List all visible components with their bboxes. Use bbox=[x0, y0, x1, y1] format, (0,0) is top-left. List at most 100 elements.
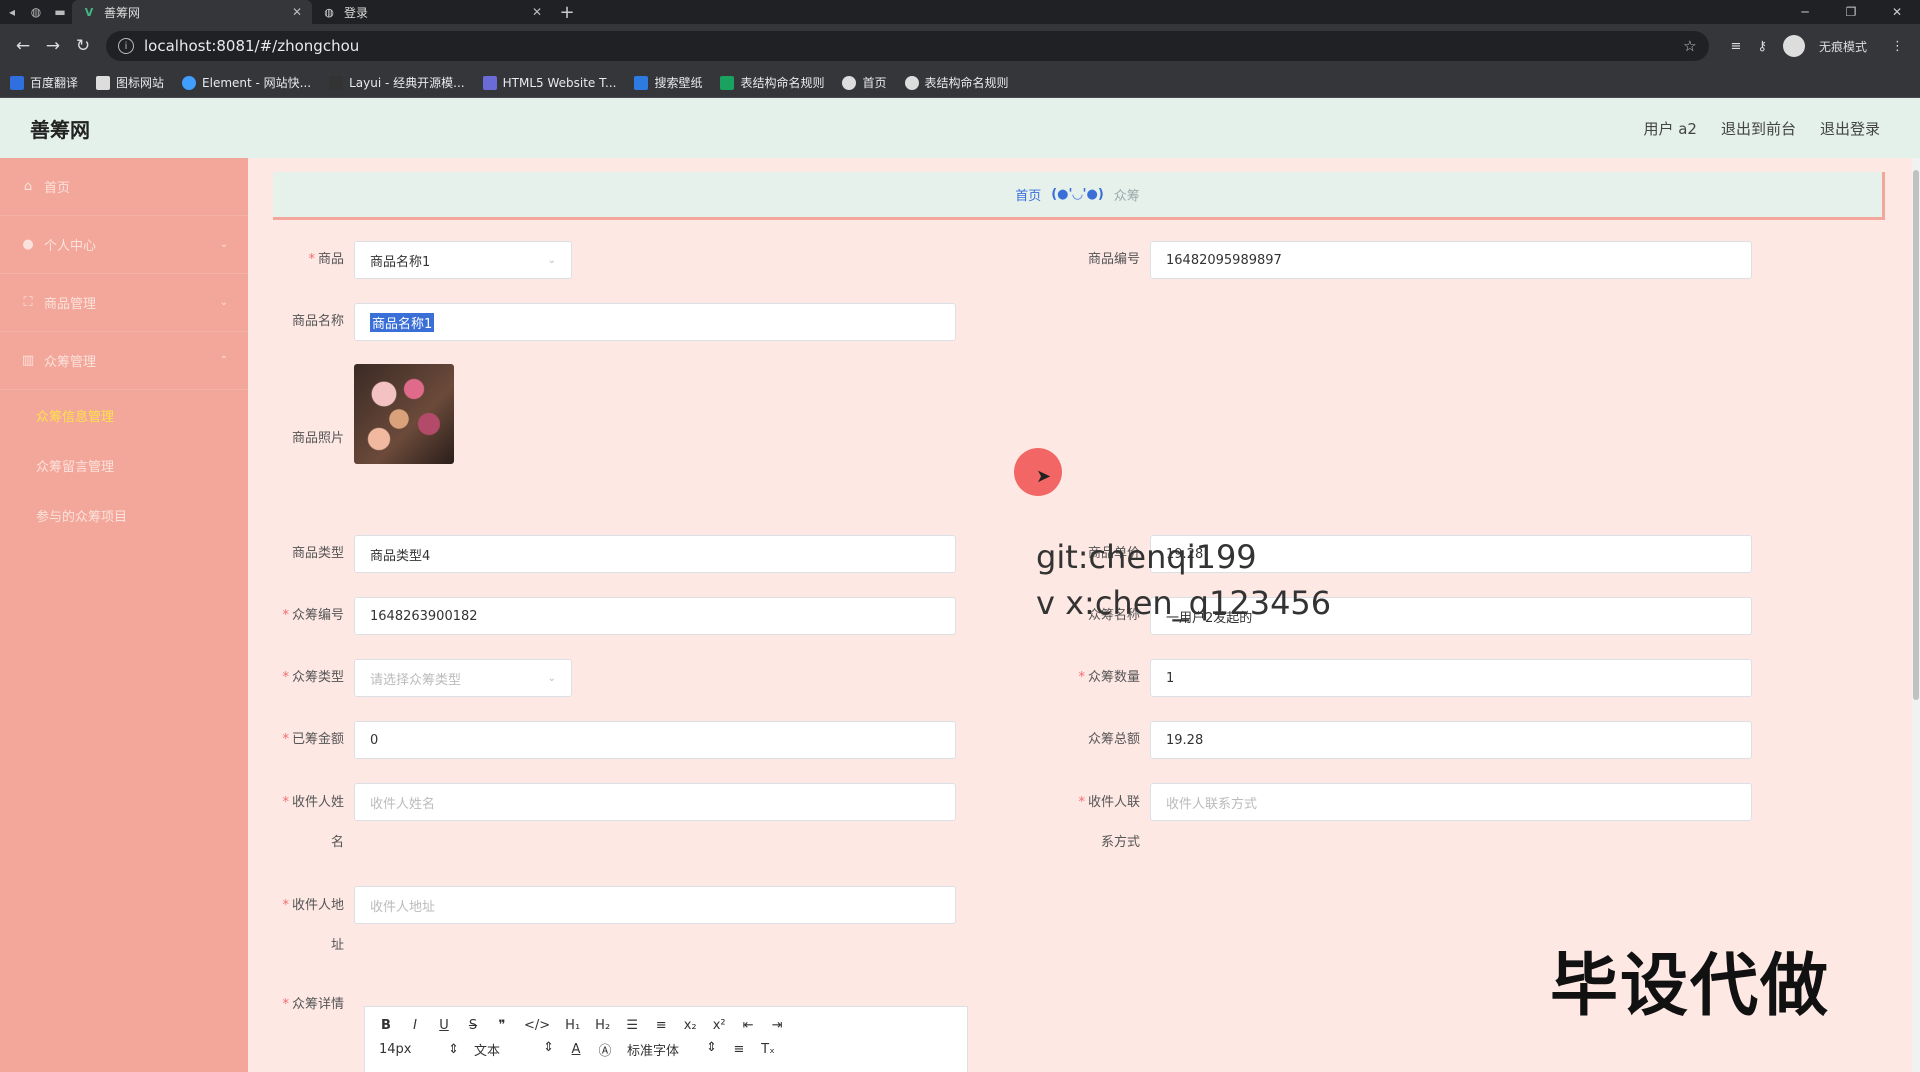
menu-icon[interactable]: ⋮ bbox=[1891, 39, 1904, 54]
window-icon: ▬ bbox=[54, 5, 66, 19]
field-cf-type: * 众筹类型 请选择众筹类型 ⌄ bbox=[264, 659, 572, 697]
bookmark-item[interactable]: HTML5 Website T... bbox=[482, 75, 616, 90]
receiver-addr-input[interactable]: 收件人地址 bbox=[354, 886, 956, 924]
header-links: 用户 a2 退出到前台 退出登录 bbox=[1643, 118, 1880, 139]
receiver-name-input[interactable]: 收件人姓名 bbox=[354, 783, 956, 821]
scrollbar-thumb[interactable] bbox=[1913, 170, 1919, 700]
underline-button[interactable]: U bbox=[437, 1018, 451, 1033]
back-to-front-link[interactable]: 退出到前台 bbox=[1721, 118, 1796, 139]
bookmark-item[interactable]: 表结构命名规则 bbox=[720, 74, 824, 91]
logout-link[interactable]: 退出登录 bbox=[1820, 118, 1880, 139]
sidebar-subitem-participated[interactable]: 参与的众筹项目 bbox=[0, 490, 248, 540]
chevron-down-icon: ⌄ bbox=[547, 254, 556, 266]
bookmark-item[interactable]: 百度翻译 bbox=[10, 74, 78, 91]
field-product: * 商品 商品名称1 ⌄ bbox=[264, 241, 572, 279]
background-color-icon[interactable]: Ⓐ bbox=[598, 1040, 612, 1059]
code-button[interactable]: </> bbox=[524, 1018, 550, 1033]
field-cf-no: * 众筹编号 1648263900182 bbox=[264, 597, 956, 635]
field-detail: * 众筹详情 bbox=[282, 997, 344, 1012]
translate-icon bbox=[10, 75, 24, 90]
product-select[interactable]: 商品名称1 ⌄ bbox=[354, 241, 572, 279]
restore-icon[interactable]: ❐ bbox=[1828, 5, 1874, 19]
bookmark-item[interactable]: Layui - 经典开源模... bbox=[329, 74, 465, 91]
product-name-input[interactable]: 商品名称1 bbox=[354, 303, 956, 341]
bookmark-item[interactable]: 表结构命名规则 bbox=[904, 74, 1009, 91]
clear-format-icon[interactable]: Tₓ bbox=[761, 1042, 775, 1057]
globe-icon: ◍ bbox=[30, 5, 42, 19]
close-window-icon[interactable]: ✕ bbox=[1874, 5, 1920, 19]
chevron-down-icon: ⌄ bbox=[547, 672, 556, 684]
layui-icon bbox=[329, 75, 344, 90]
outdent-button[interactable]: ⇤ bbox=[741, 1018, 755, 1033]
star-icon[interactable]: ☆ bbox=[1683, 37, 1696, 55]
sidebar-item-crowdfunding[interactable]: ▥ 众筹管理 ⌃ bbox=[0, 332, 248, 390]
sidebar-item-home[interactable]: ⌂ 首页 bbox=[0, 158, 248, 216]
page-scrollbar[interactable] bbox=[1912, 158, 1920, 1072]
info-icon[interactable]: i bbox=[118, 38, 134, 54]
superscript-button[interactable]: x² bbox=[712, 1018, 726, 1033]
tab-search-icon[interactable]: ◂ bbox=[0, 0, 24, 24]
product-no-input[interactable]: 16482095989897 bbox=[1150, 241, 1752, 279]
total-input[interactable]: 19.28 bbox=[1150, 721, 1752, 759]
wallpaper-icon bbox=[634, 75, 649, 90]
bookmark-item[interactable]: 首页 bbox=[842, 74, 887, 91]
new-tab-button[interactable]: + bbox=[552, 2, 582, 23]
product-type-input[interactable]: 商品类型4 bbox=[354, 535, 956, 573]
bookmark-item[interactable]: Element - 网站快... bbox=[182, 74, 311, 91]
element-icon bbox=[182, 75, 197, 90]
bookmark-item[interactable]: 图标网站 bbox=[96, 74, 164, 91]
indent-button[interactable]: ⇥ bbox=[770, 1018, 784, 1033]
forward-icon[interactable]: → bbox=[38, 36, 68, 56]
font-size-select[interactable]: 14px ⇕ bbox=[379, 1042, 459, 1057]
minimize-icon[interactable]: ─ bbox=[1782, 5, 1828, 19]
ordered-list-button[interactable]: ☰ bbox=[625, 1018, 639, 1033]
key-icon[interactable]: ⚷ bbox=[1757, 39, 1767, 54]
detail-editor[interactable]: B I U S ❞ </> H₁ H₂ ☰ ≡ x₂ x² ⇤ ⇥ 14px ⇕ … bbox=[364, 1006, 968, 1072]
url-input[interactable]: i localhost:8081/#/zhongchou ☆ bbox=[106, 31, 1709, 61]
sidebar: ⌂ 首页 ● 个人中心 ⌄ ⛶ 商品管理 ⌄ ▥ 众筹管理 ⌃ 众筹信息管理 众… bbox=[0, 158, 248, 1072]
field-cf-qty: * 众筹数量 1 bbox=[1060, 659, 1752, 697]
reading-list-icon[interactable]: ≡ bbox=[1731, 39, 1742, 54]
raised-input[interactable]: 0 bbox=[354, 721, 956, 759]
strike-button[interactable]: S bbox=[466, 1018, 480, 1033]
sidebar-item-personal[interactable]: ● 个人中心 ⌄ bbox=[0, 216, 248, 274]
text-type-select[interactable]: 文本 ⇕ bbox=[474, 1040, 554, 1059]
close-icon[interactable]: ✕ bbox=[532, 5, 542, 19]
font-color-icon[interactable]: A bbox=[569, 1042, 583, 1057]
breadcrumb-home[interactable]: 首页 bbox=[1015, 185, 1041, 204]
bookmark-item[interactable]: 搜索壁纸 bbox=[634, 74, 702, 91]
cf-qty-input[interactable]: 1 bbox=[1150, 659, 1752, 697]
italic-button[interactable]: I bbox=[408, 1018, 422, 1033]
sidebar-subitem-info[interactable]: 众筹信息管理 bbox=[0, 390, 248, 440]
incognito-badge[interactable]: 无痕模式 bbox=[1782, 35, 1875, 57]
align-icon[interactable]: ≡ bbox=[732, 1042, 746, 1057]
cf-no-input[interactable]: 1648263900182 bbox=[354, 597, 956, 635]
field-product-type: 商品类型 商品类型4 bbox=[264, 535, 956, 573]
bold-button[interactable]: B bbox=[379, 1018, 393, 1033]
h2-button[interactable]: H₂ bbox=[595, 1018, 610, 1033]
close-icon[interactable]: ✕ bbox=[292, 5, 302, 19]
breadcrumb-current: 众筹 bbox=[1113, 189, 1140, 204]
field-raised: * 已筹金额 0 bbox=[264, 721, 956, 759]
sidebar-item-products[interactable]: ⛶ 商品管理 ⌄ bbox=[0, 274, 248, 332]
watermark-git: git:chenqi199 bbox=[1036, 538, 1257, 576]
reload-icon[interactable]: ↻ bbox=[68, 36, 98, 56]
cf-type-select[interactable]: 请选择众筹类型 ⌄ bbox=[354, 659, 572, 697]
watermark-contact: v x:chen_q123456 bbox=[1036, 584, 1332, 622]
font-family-select[interactable]: 标准字体 ⇕ bbox=[627, 1040, 717, 1059]
receiver-contact-input[interactable]: 收件人联系方式 bbox=[1150, 783, 1752, 821]
subscript-button[interactable]: x₂ bbox=[683, 1018, 697, 1033]
product-photo[interactable] bbox=[354, 364, 454, 464]
chart-icon: ▥ bbox=[21, 353, 35, 368]
back-icon[interactable]: ← bbox=[8, 36, 38, 56]
sidebar-subitem-messages[interactable]: 众筹留言管理 bbox=[0, 440, 248, 490]
globe-icon: ◍ bbox=[324, 5, 334, 19]
quote-button[interactable]: ❞ bbox=[495, 1018, 509, 1033]
bullet-list-button[interactable]: ≡ bbox=[654, 1018, 668, 1033]
window-controls: ─ ❐ ✕ bbox=[1782, 5, 1920, 19]
tab-login[interactable]: ◍ 登录 ✕ bbox=[312, 0, 552, 24]
grid-icon: ⛶ bbox=[23, 295, 33, 310]
browser-tabbar: ◂ ◍ ▬ V 善筹网 ✕ ◍ 登录 ✕ + ─ ❐ ✕ bbox=[0, 0, 1920, 24]
h1-button[interactable]: H₁ bbox=[565, 1018, 580, 1033]
tab-shanchou[interactable]: V 善筹网 ✕ bbox=[72, 0, 312, 24]
